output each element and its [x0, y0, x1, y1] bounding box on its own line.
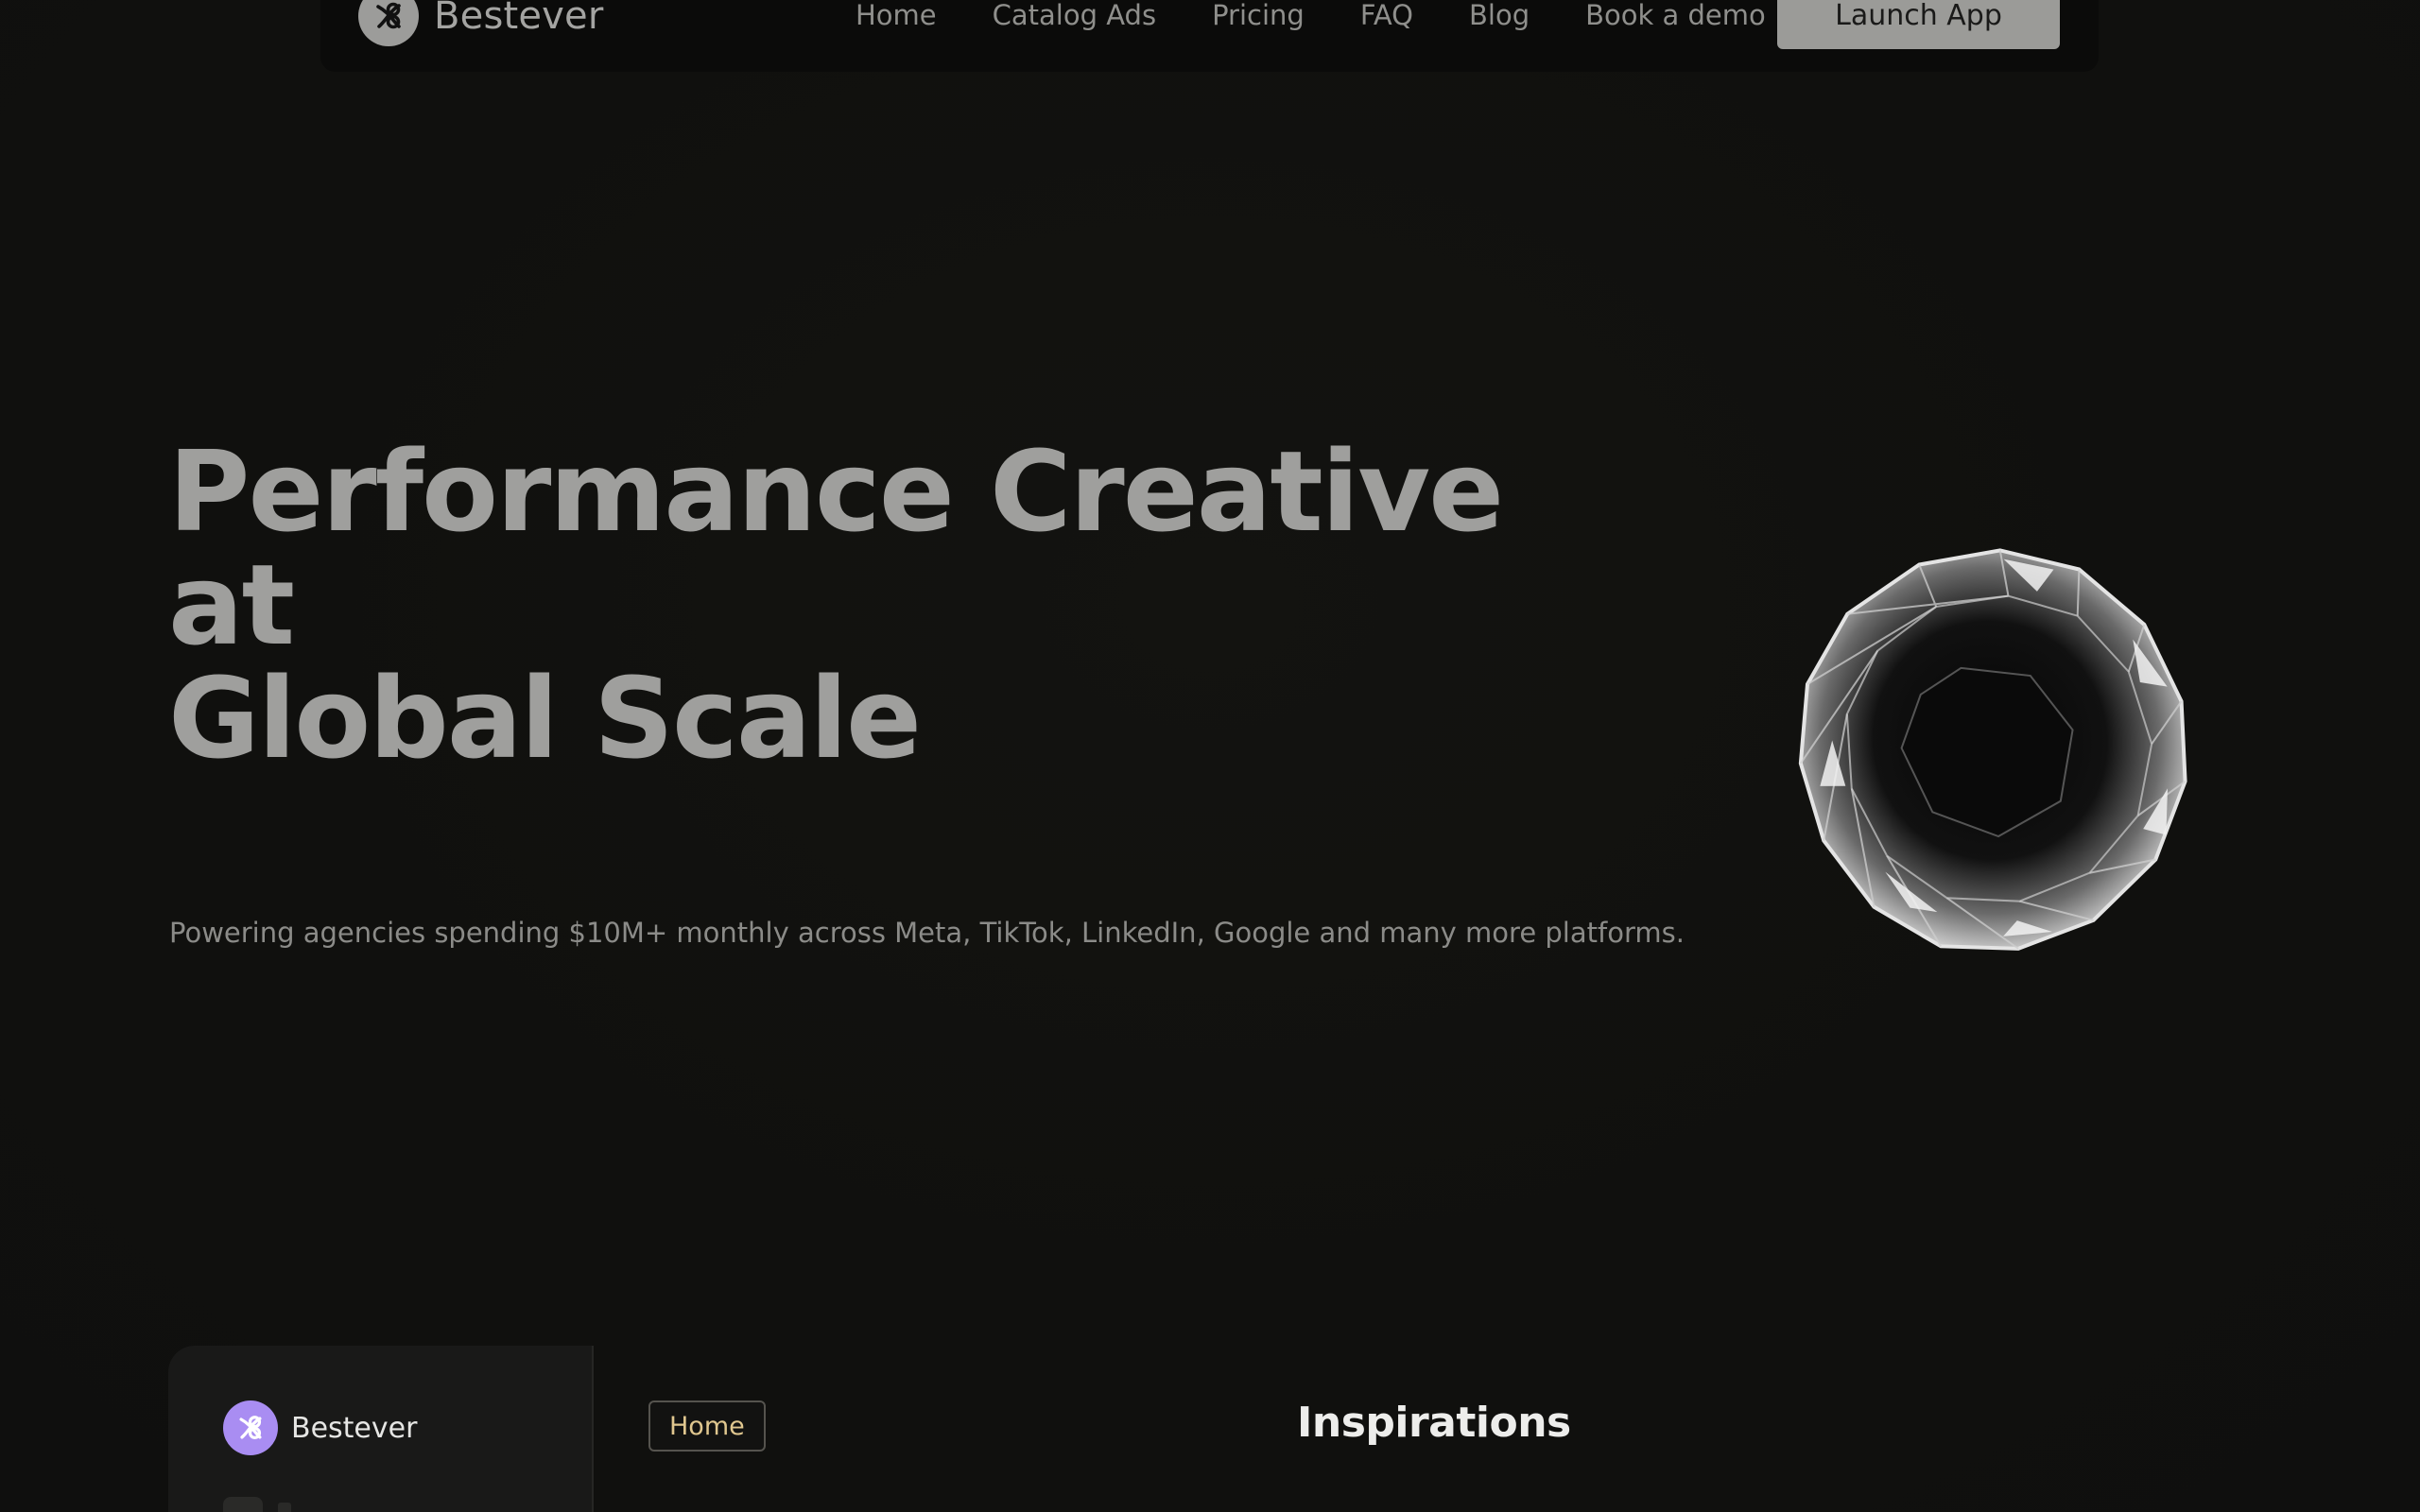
preview-brand-name: Bestever: [291, 1411, 418, 1445]
home-icon[interactable]: [223, 1497, 263, 1512]
hero-subtitle: Powering agencies spending $10M+ monthly…: [169, 917, 1685, 949]
nav-link-catalog-ads[interactable]: Catalog Ads: [993, 0, 1156, 31]
nav-link-blog[interactable]: Blog: [1469, 0, 1530, 31]
nav-link-faq[interactable]: FAQ: [1360, 0, 1413, 31]
brand[interactable]: Bestever: [358, 0, 604, 47]
hero-title-line-1: Performance Creative at: [168, 426, 1504, 670]
bestever-logo-icon: [223, 1400, 278, 1455]
diamond-icon: [1798, 548, 2187, 951]
sidebar-item-label: [278, 1503, 291, 1512]
preview-brand[interactable]: Bestever: [223, 1400, 417, 1455]
landing-page: Bestever Home Catalog Ads Pricing FAQ Bl…: [0, 0, 2420, 1512]
nav-link-pricing[interactable]: Pricing: [1212, 0, 1305, 31]
hero-title-line-2: Global Scale: [168, 653, 922, 783]
launch-app-button[interactable]: Launch App: [1777, 0, 2060, 49]
brand-name: Bestever: [434, 0, 604, 38]
hero-title: Performance Creative at Global Scale: [168, 435, 1643, 775]
nav-links: Home Catalog Ads Pricing FAQ Blog Book a…: [856, 0, 1766, 40]
nav-link-book-demo[interactable]: Book a demo: [1585, 0, 1766, 31]
launch-app-label: Launch App: [1835, 0, 2002, 32]
home-chip[interactable]: Home: [648, 1400, 766, 1452]
top-navbar: Bestever Home Catalog Ads Pricing FAQ Bl…: [320, 0, 2099, 72]
bestever-logo-icon: [358, 0, 419, 46]
preview-sidebar: Bestever: [168, 1346, 594, 1512]
app-preview: Bestever Home Inspirations: [168, 1346, 2252, 1512]
nav-link-home[interactable]: Home: [856, 0, 937, 31]
inspirations-title: Inspirations: [1297, 1399, 1571, 1447]
